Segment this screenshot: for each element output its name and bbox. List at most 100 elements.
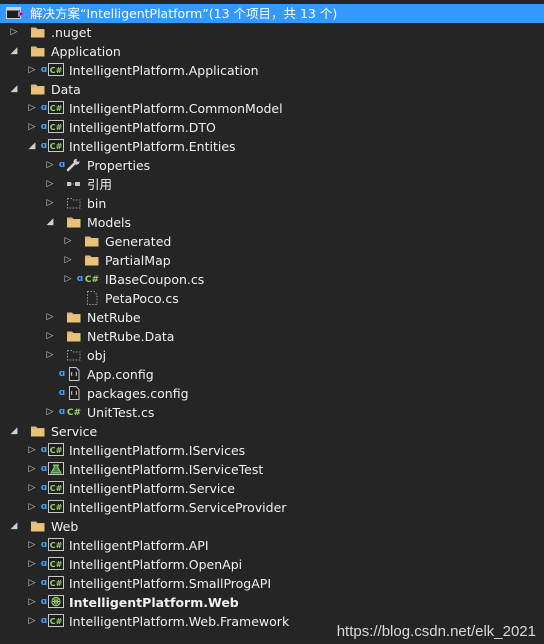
csharp-project-icon: C# <box>48 137 64 156</box>
tree-node[interactable]: ◢ ɑ C# IntelligentPlatform.Entities <box>0 137 544 156</box>
tree-node-label: IntelligentPlatform.ServiceProvider <box>69 500 287 515</box>
csharp-file-icon: C# <box>66 403 82 422</box>
solution-label: 解决方案“IntelligentPlatform”(13 个项目，共 13 个) <box>30 6 338 21</box>
tree-node[interactable]: ▷ ɑ C# IntelligentPlatform.Service <box>0 479 544 498</box>
csharp-project-icon: C# <box>48 99 64 118</box>
expand-arrow-icon[interactable]: ▷ <box>44 403 56 422</box>
expand-arrow-icon[interactable]: ▷ <box>26 498 38 517</box>
tree-node[interactable]: ▷ ɑ C# IntelligentPlatform.Application <box>0 61 544 80</box>
tree-node[interactable]: ▷ Generated <box>0 232 544 251</box>
references-icon <box>66 175 82 194</box>
expand-arrow-icon[interactable]: ▷ <box>26 118 38 137</box>
tree-node[interactable]: ◢ Models <box>0 213 544 232</box>
tree-node[interactable]: ◢ Web <box>0 517 544 536</box>
tree-node-label: IntelligentPlatform.IServiceTest <box>69 462 264 477</box>
tree-node-label: bin <box>87 196 107 211</box>
expand-arrow-icon[interactable]: ▷ <box>26 61 38 80</box>
tree-node[interactable]: ▷ ɑ C# UnitTest.cs <box>0 403 544 422</box>
tree-node[interactable]: ◢ Service <box>0 422 544 441</box>
svg-text:C#: C# <box>50 123 63 132</box>
folder-icon <box>66 213 82 232</box>
lock-icon: ɑ <box>40 483 48 493</box>
expand-arrow-icon[interactable]: ▷ <box>44 175 56 194</box>
lock-icon: ɑ <box>40 103 48 113</box>
tree-node[interactable]: PetaPoco.cs <box>0 289 544 308</box>
tree-node[interactable]: ◢ Application <box>0 42 544 61</box>
expand-arrow-icon[interactable]: ▷ <box>26 479 38 498</box>
config-file-icon <box>66 384 82 403</box>
tree-node[interactable]: ▷ ɑ C# IntelligentPlatform.SmallProgAPI <box>0 574 544 593</box>
tree-node[interactable]: ▷ ɑ C# IntelligentPlatform.API <box>0 536 544 555</box>
csharp-project-icon: C# <box>48 479 64 498</box>
tree-node-label: IntelligentPlatform.Web.Framework <box>69 614 290 629</box>
tree-node-label: Models <box>87 215 132 230</box>
tree-node-label: Properties <box>87 158 151 173</box>
collapse-arrow-icon[interactable]: ◢ <box>8 80 20 99</box>
expand-arrow-icon[interactable]: ▷ <box>44 346 56 365</box>
expand-arrow-icon[interactable]: ▷ <box>44 156 56 175</box>
tree-node[interactable]: ▷ ɑ Properties <box>0 156 544 175</box>
lock-icon: ɑ <box>40 597 48 607</box>
expand-arrow-icon[interactable]: ▷ <box>26 536 38 555</box>
expand-arrow-icon[interactable]: ▷ <box>44 327 56 346</box>
tree-node[interactable]: ▷ ɑ C# IntelligentPlatform.ServiceProvider <box>0 498 544 517</box>
expand-arrow-icon[interactable]: ▷ <box>26 574 38 593</box>
expand-arrow-icon[interactable]: ▷ <box>26 99 38 118</box>
lock-icon: ɑ <box>58 407 66 417</box>
collapse-arrow-icon[interactable]: ◢ <box>8 422 20 441</box>
tree-node-label: obj <box>87 348 107 363</box>
collapse-arrow-icon[interactable]: ◢ <box>8 42 20 61</box>
tree-node[interactable]: ▷ NetRube.Data <box>0 327 544 346</box>
tree-node-label: Web <box>51 519 79 534</box>
tree-node[interactable]: ▷ ɑ C# IntelligentPlatform.CommonModel <box>0 99 544 118</box>
solution-node[interactable]: 解决方案“IntelligentPlatform”(13 个项目，共 13 个) <box>0 4 544 23</box>
expand-arrow-icon[interactable]: ▷ <box>26 441 38 460</box>
tree-node[interactable]: ▷ .nuget <box>0 23 544 42</box>
tree-node[interactable]: ▷ obj <box>0 346 544 365</box>
collapse-arrow-icon[interactable]: ◢ <box>8 517 20 536</box>
expand-arrow-icon[interactable]: ▷ <box>26 555 38 574</box>
tree-node-label: NetRube.Data <box>87 329 175 344</box>
expand-arrow-icon[interactable]: ▷ <box>8 23 20 42</box>
lock-icon: ɑ <box>40 464 48 474</box>
collapse-arrow-icon[interactable]: ◢ <box>26 137 38 156</box>
tree-node[interactable]: ▷ 引用 <box>0 175 544 194</box>
wrench-icon <box>66 156 82 175</box>
expand-arrow-icon[interactable]: ▷ <box>26 612 38 631</box>
lock-icon: ɑ <box>40 65 48 75</box>
tree-node[interactable]: ▷ NetRube <box>0 308 544 327</box>
tree-node[interactable]: ◢ Data <box>0 80 544 99</box>
lock-icon: ɑ <box>40 141 48 151</box>
expand-arrow-icon[interactable]: ▷ <box>44 308 56 327</box>
svg-text:C#: C# <box>50 579 63 588</box>
expand-arrow-icon[interactable]: ▷ <box>26 593 38 612</box>
tree-node[interactable]: ɑ App.config <box>0 365 544 384</box>
expand-arrow-icon[interactable]: ▷ <box>62 270 74 289</box>
tree-node[interactable]: ▷ ɑ IntelligentPlatform.IServiceTest <box>0 460 544 479</box>
expand-arrow-icon[interactable]: ▷ <box>26 460 38 479</box>
csharp-project-icon: C# <box>48 555 64 574</box>
tree-node[interactable]: ▷ bin <box>0 194 544 213</box>
tree-node[interactable]: ▷ ɑ C# IntelligentPlatform.OpenApi <box>0 555 544 574</box>
folder-icon <box>66 308 82 327</box>
tree-node[interactable]: ▷ ɑ IntelligentPlatform.Web <box>0 593 544 612</box>
config-file-icon <box>66 365 82 384</box>
collapse-arrow-icon[interactable]: ◢ <box>44 213 56 232</box>
expand-arrow-icon[interactable]: ▷ <box>62 232 74 251</box>
tree-node[interactable]: ▷ PartialMap <box>0 251 544 270</box>
tree-node[interactable]: ▷ ɑ C# IBaseCoupon.cs <box>0 270 544 289</box>
tree-node[interactable]: ▷ ɑ C# IntelligentPlatform.IServices <box>0 441 544 460</box>
tree-node[interactable]: ▷ ɑ C# IntelligentPlatform.DTO <box>0 118 544 137</box>
lock-icon: ɑ <box>58 388 66 398</box>
lock-icon: ɑ <box>40 502 48 512</box>
expand-arrow-icon[interactable]: ▷ <box>62 251 74 270</box>
csharp-project-icon: C# <box>48 118 64 137</box>
folder-icon <box>30 517 46 536</box>
tree-node-label: UnitTest.cs <box>87 405 155 420</box>
expand-arrow-icon[interactable]: ▷ <box>44 194 56 213</box>
tree-node-label: IntelligentPlatform.DTO <box>69 120 216 135</box>
svg-text:C#: C# <box>50 617 63 626</box>
tree-node[interactable]: ɑ packages.config <box>0 384 544 403</box>
hidden-file-icon <box>84 289 100 308</box>
svg-text:C#: C# <box>67 408 81 418</box>
